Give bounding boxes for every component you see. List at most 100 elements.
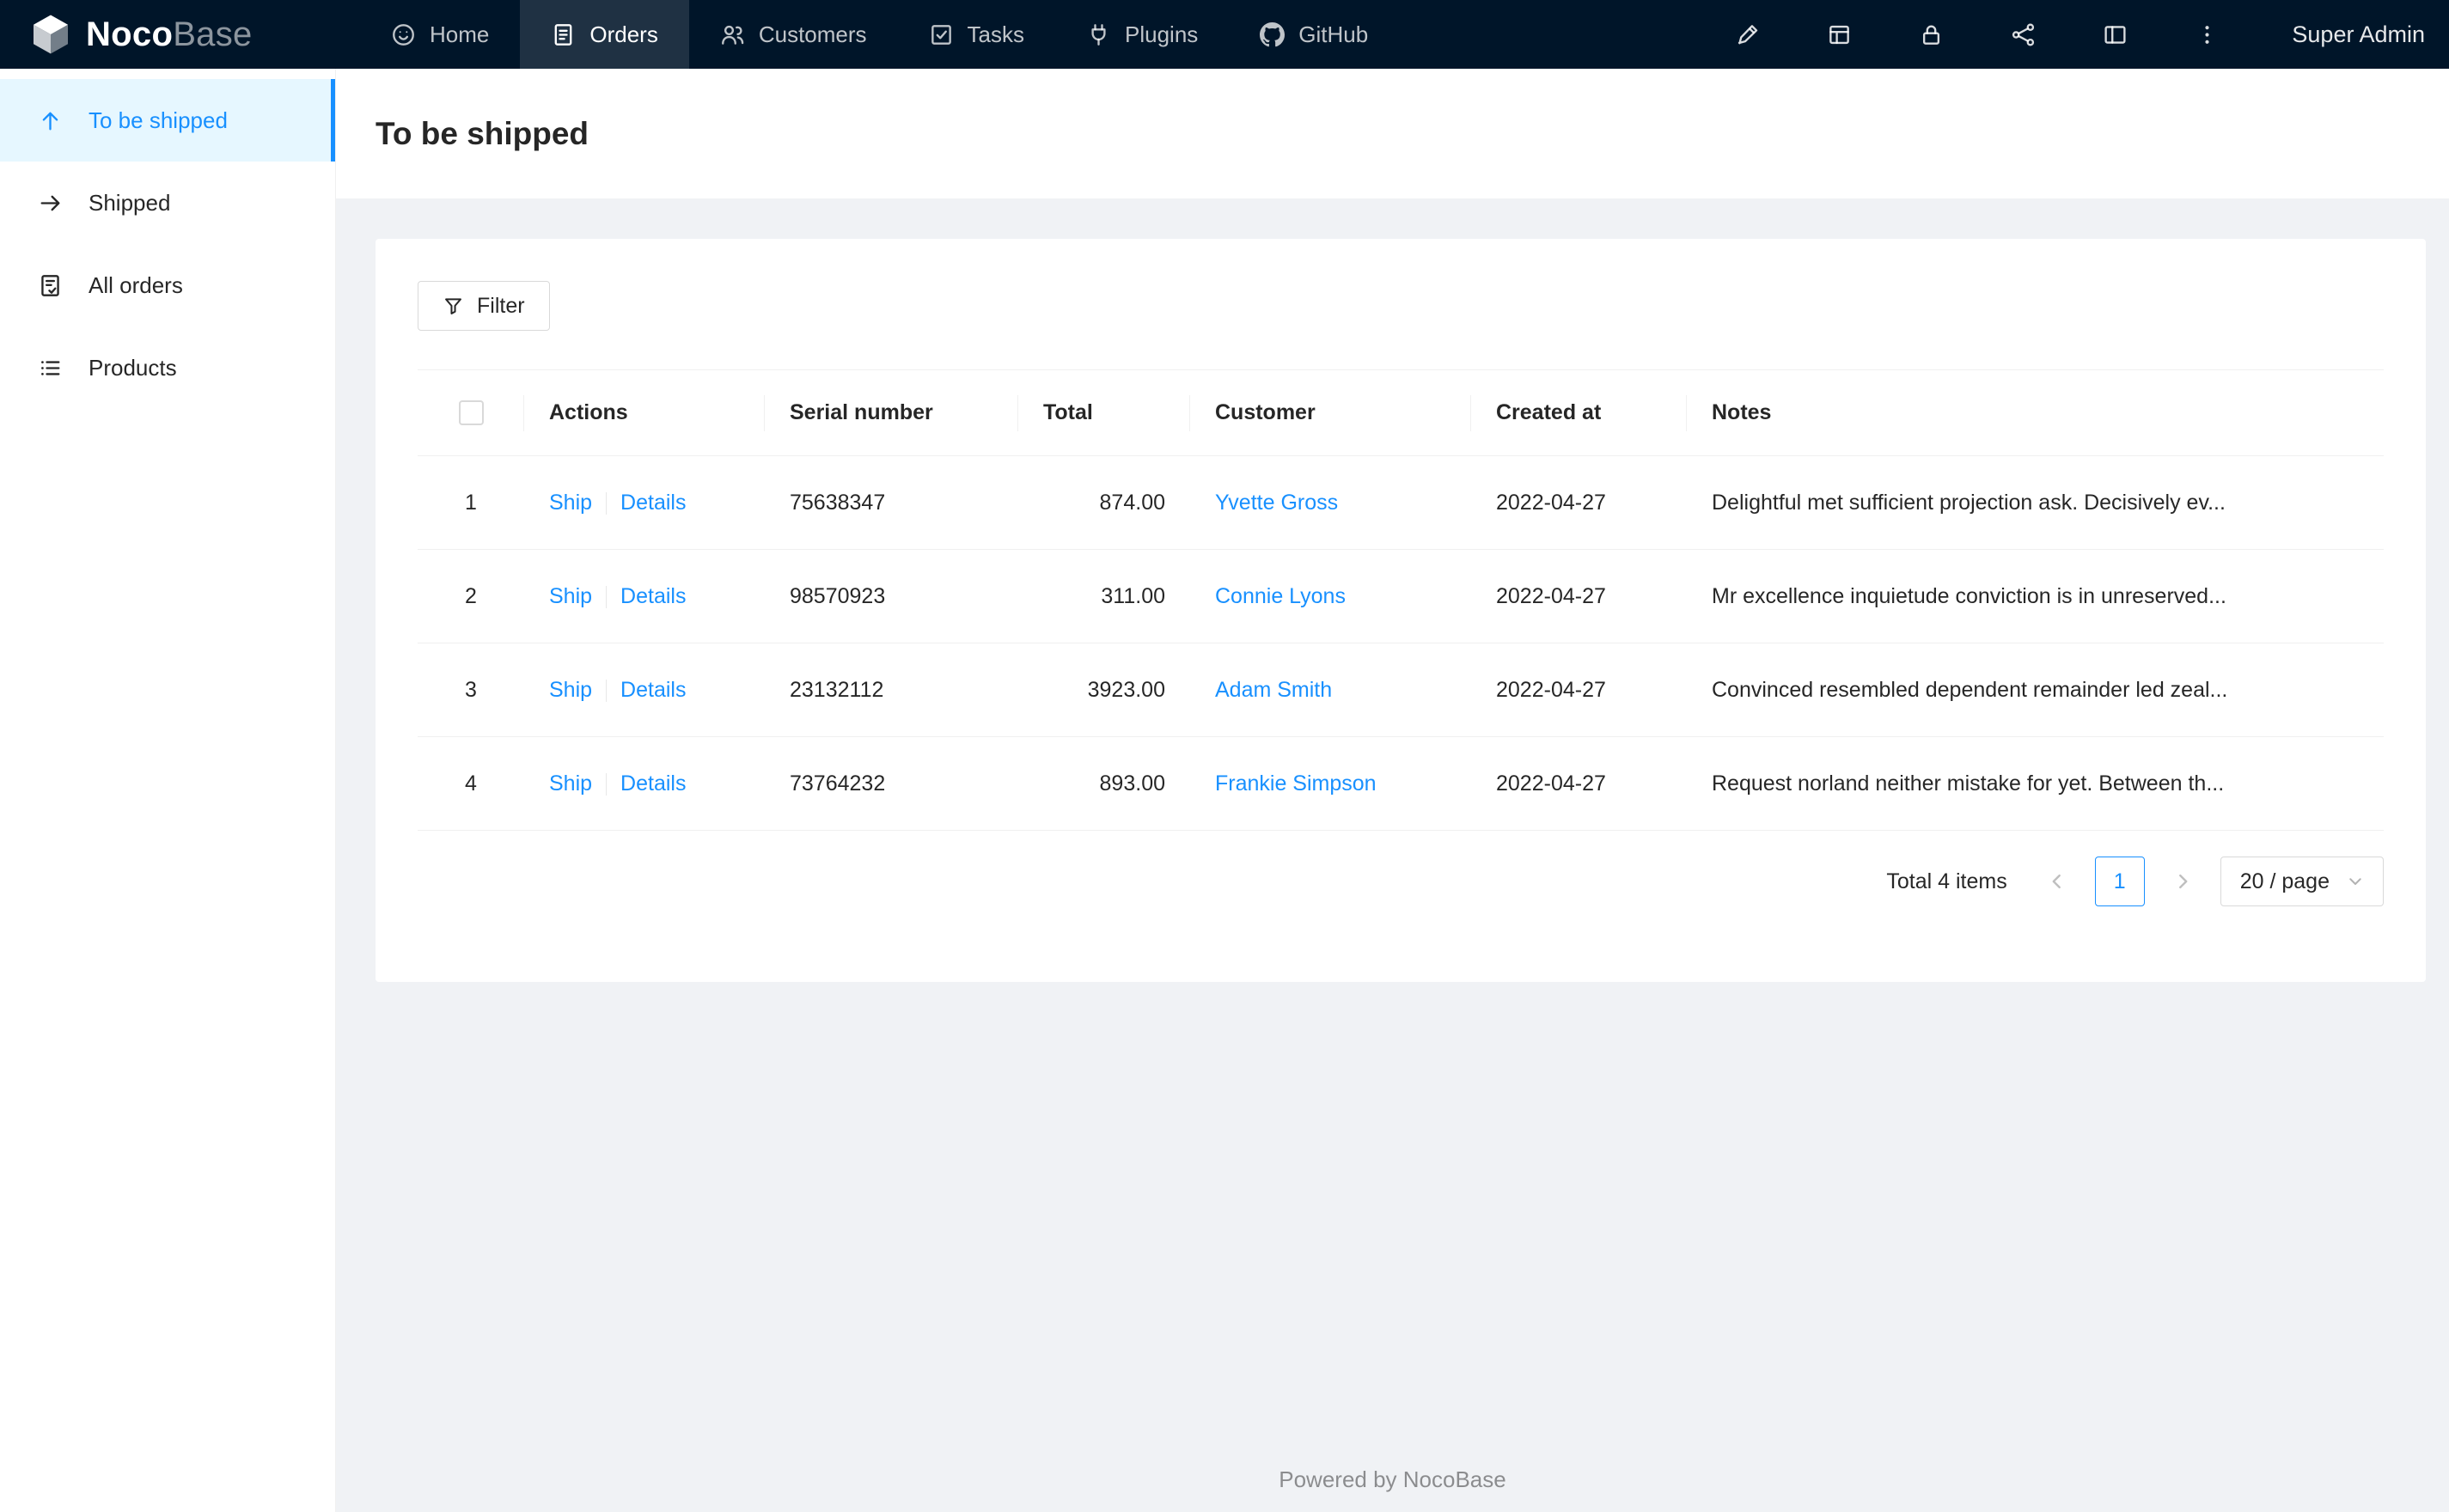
pagination: Total 4 items 1 20 / page [418, 857, 2384, 906]
row-index: 1 [465, 490, 477, 515]
chevron-right-icon [2172, 871, 2193, 892]
layout-icon[interactable] [2103, 22, 2128, 47]
pagination-prev-button[interactable] [2032, 857, 2082, 906]
row-index: 4 [465, 771, 477, 796]
ui-editor-highlighter-icon[interactable] [1735, 22, 1760, 47]
action-divider [606, 772, 608, 796]
total-cell: 893.00 [1018, 736, 1190, 831]
more-icon[interactable] [2195, 22, 2220, 47]
list-icon [38, 356, 63, 381]
plugins-icon [1086, 22, 1111, 47]
sidebar-item-shipped[interactable]: Shipped [0, 162, 335, 244]
arrow-up-icon [38, 108, 63, 133]
ship-link[interactable]: Ship [549, 771, 592, 796]
nav-item-plugins[interactable]: Plugins [1055, 0, 1229, 69]
table-row: 3 Ship Details 23132112 3923.00 Adam Smit… [418, 643, 2384, 737]
table-row: 2 Ship Details 98570923 311.00 Connie Lyo… [418, 549, 2384, 643]
nav-item-label: Plugins [1125, 21, 1199, 47]
filter-icon [443, 296, 464, 317]
column-header-select [418, 369, 524, 456]
row-index: 2 [465, 583, 477, 608]
github-icon [1260, 21, 1286, 47]
page-title: To be shipped [376, 115, 589, 151]
main-menu: Home Orders Customers Tasks Plugins GitH… [360, 0, 1399, 69]
ship-link[interactable]: Ship [549, 491, 592, 515]
action-divider [606, 585, 608, 608]
column-header-created: Created at [1471, 369, 1687, 456]
chevron-left-icon [2047, 871, 2067, 892]
pagination-next-button[interactable] [2158, 857, 2208, 906]
created-cell: 2022-04-27 [1471, 549, 1687, 643]
ship-link[interactable]: Ship [549, 678, 592, 702]
row-index: 3 [465, 677, 477, 702]
filter-button-label: Filter [477, 293, 525, 318]
nav-item-label: Tasks [967, 21, 1024, 47]
api-share-icon[interactable] [2011, 22, 2036, 47]
action-divider [606, 491, 608, 515]
table-row: 4 Ship Details 73764232 893.00 Frankie Si… [418, 736, 2384, 831]
details-link[interactable]: Details [620, 678, 686, 702]
nav-item-tasks[interactable]: Tasks [898, 0, 1055, 69]
orders-table: Actions Serial number Total Customer Cre… [418, 369, 2384, 831]
nav-item-home[interactable]: Home [360, 0, 520, 69]
column-header-customer: Customer [1190, 369, 1471, 456]
customer-link[interactable]: Yvette Gross [1215, 491, 1338, 515]
lock-icon[interactable] [1919, 22, 1944, 47]
sidebar: To be shipped Shipped All orders Product… [0, 69, 336, 1512]
user-menu[interactable]: Super Admin [2292, 21, 2425, 48]
brand-name-primary: Noco [86, 15, 174, 53]
sidebar-item-to-be-shipped[interactable]: To be shipped [0, 79, 335, 162]
nav-item-customers[interactable]: Customers [689, 0, 898, 69]
ship-link[interactable]: Ship [549, 584, 592, 608]
collections-icon[interactable] [1827, 22, 1852, 47]
brand-name: NocoBase [86, 15, 253, 54]
details-link[interactable]: Details [620, 491, 686, 515]
total-cell: 3923.00 [1018, 643, 1190, 737]
customer-link[interactable]: Frankie Simpson [1215, 771, 1377, 796]
column-header-actions: Actions [524, 369, 765, 456]
pagination-total: Total 4 items [1886, 869, 2007, 893]
notes-cell: Mr excellence inquietude conviction is i… [1687, 549, 2384, 643]
sidebar-item-label: Products [89, 354, 177, 381]
filter-button[interactable]: Filter [418, 281, 550, 331]
nocobase-logo-icon [29, 13, 72, 56]
serial-cell: 23132112 [765, 643, 1018, 737]
action-divider [606, 679, 608, 702]
footer-text: Powered by NocoBase [1279, 1466, 1506, 1492]
sidebar-item-label: All orders [89, 271, 183, 298]
sidebar-item-products[interactable]: Products [0, 326, 335, 409]
nav-item-label: GitHub [1298, 21, 1369, 47]
page-size-select[interactable]: 20 / page [2220, 857, 2384, 906]
file-check-icon [38, 273, 63, 298]
total-cell: 311.00 [1018, 549, 1190, 643]
orders-card: Filter Actions Serial number Total Custo… [376, 239, 2426, 982]
customer-link[interactable]: Adam Smith [1215, 678, 1332, 702]
select-all-checkbox[interactable] [458, 400, 484, 426]
sidebar-item-all-orders[interactable]: All orders [0, 244, 335, 326]
serial-cell: 73764232 [765, 736, 1018, 831]
chevron-down-icon [2347, 873, 2364, 890]
created-cell: 2022-04-27 [1471, 643, 1687, 737]
details-link[interactable]: Details [620, 584, 686, 608]
top-nav: NocoBase Home Orders Customers Tasks Plu… [0, 0, 2449, 69]
page-size-value: 20 / page [2239, 869, 2330, 893]
pagination-page-1[interactable]: 1 [2094, 857, 2145, 906]
brand[interactable]: NocoBase [0, 0, 336, 69]
nav-item-label: Orders [589, 21, 658, 47]
nav-item-orders[interactable]: Orders [520, 0, 689, 69]
sidebar-item-label: To be shipped [89, 107, 228, 133]
customer-link[interactable]: Connie Lyons [1215, 584, 1346, 608]
brand-name-secondary: Base [173, 15, 253, 53]
nav-item-github[interactable]: GitHub [1229, 0, 1399, 69]
orders-icon [551, 22, 576, 47]
table-header-row: Actions Serial number Total Customer Cre… [418, 369, 2384, 456]
notes-cell: Delightful met sufficient projection ask… [1687, 455, 2384, 550]
customers-icon [720, 22, 745, 47]
details-link[interactable]: Details [620, 771, 686, 796]
main-area: To be shipped Filter Actions Serial numb… [336, 69, 2449, 1512]
home-icon [391, 22, 416, 47]
nav-item-label: Home [430, 21, 490, 47]
nav-right: Super Admin [1735, 0, 2449, 69]
created-cell: 2022-04-27 [1471, 455, 1687, 550]
page-header: To be shipped [336, 69, 2449, 198]
